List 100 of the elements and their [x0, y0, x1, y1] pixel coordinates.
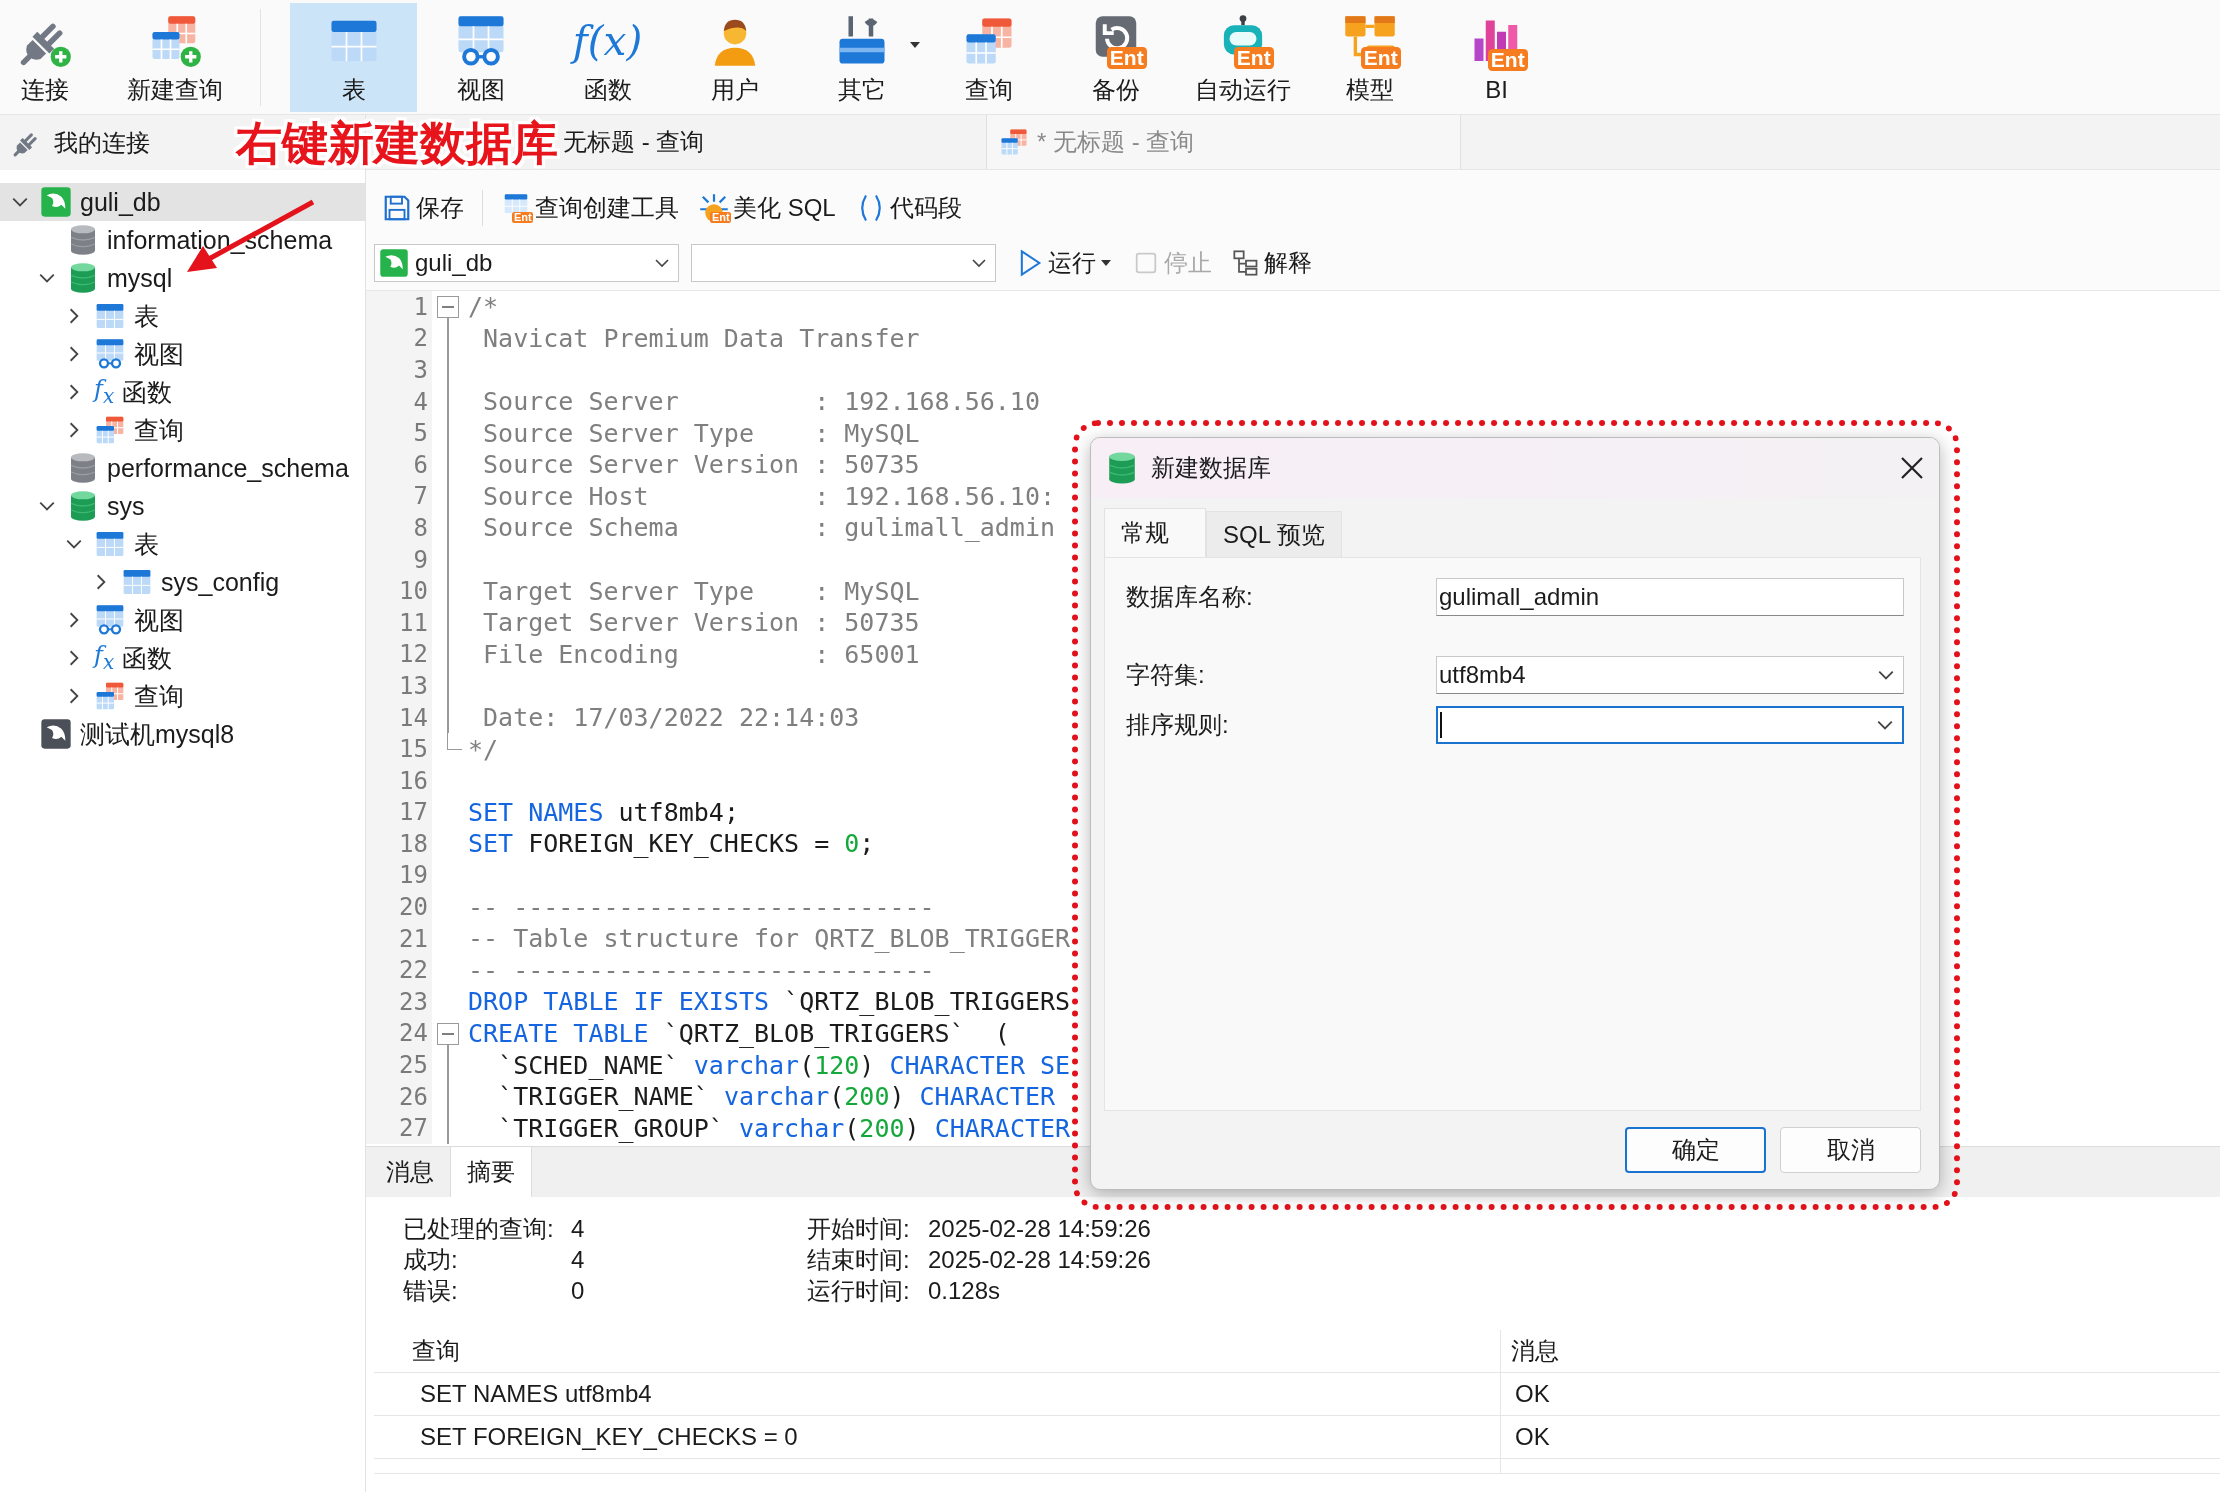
tree-item[interactable]: 查询 [0, 677, 365, 715]
database-select[interactable]: guli_db [374, 243, 679, 282]
line-number: 2 [366, 322, 432, 355]
line-number: 10 [366, 575, 432, 607]
code-line: Date: 17/03/2022 22:14:03 [482, 703, 860, 732]
function-icon: f(x) [572, 13, 643, 68]
table-cell: OK [1500, 1415, 2220, 1459]
line-number: 14 [366, 701, 432, 734]
tree-item[interactable]: sys [0, 487, 365, 525]
toolbar-button[interactable]: Ent 备份 [1052, 3, 1179, 112]
summary-value: 2025-02-28 14:59:26 [928, 1214, 1152, 1243]
tree-item[interactable]: 视图 [0, 335, 365, 373]
toolbar-button[interactable]: 查询 [925, 3, 1052, 112]
code-line: SET NAMES utf8mb4; [467, 797, 739, 827]
summary-value: 0.128s [928, 1276, 1002, 1305]
line-number: 7 [366, 480, 432, 513]
line-number: 11 [366, 606, 432, 639]
dropdown-field[interactable] [1436, 706, 1904, 744]
tree-item[interactable]: performance_schema [0, 449, 365, 487]
annotation-text: 右键新建数据库 [236, 116, 558, 170]
connection-icon [40, 718, 72, 750]
tree-item[interactable]: 表 [0, 297, 365, 335]
code-line: DROP TABLE IF EXISTS `QRTZ_BLOB_TRIGGERS [467, 987, 1071, 1017]
code-line: /* [467, 292, 499, 322]
toolbar-button[interactable]: 保存 [374, 191, 472, 224]
summary-label: 开始时间: [807, 1213, 911, 1244]
panel-tab[interactable]: 消息 [370, 1147, 450, 1197]
code-line: `SCHED_NAME` varchar(120) CHARACTER SE [497, 1050, 1071, 1080]
tree-item[interactable]: 测试机mysql8 [0, 715, 365, 753]
line-number: 26 [366, 1080, 432, 1113]
close-button[interactable] [1899, 455, 1925, 481]
table-glasses-icon [94, 338, 126, 370]
toolbar-button[interactable]: 用户 [671, 3, 798, 112]
tree-item[interactable]: 查询 [0, 411, 365, 449]
summary-value: 4 [571, 1245, 586, 1274]
summary-label: 运行时间: [807, 1275, 911, 1306]
code-line: Target Server Type : MySQL [482, 576, 920, 606]
dialog-tab[interactable]: SQL 预览 [1206, 511, 1342, 557]
tree-item[interactable]: mysql [0, 259, 365, 297]
dialog-tab[interactable]: 常规 [1104, 508, 1206, 557]
tree-item[interactable]: 视图 [0, 601, 365, 639]
tree-item[interactable]: sys_config [0, 563, 365, 601]
code-line: File Encoding : 65001 [482, 639, 920, 669]
caret-icon [1100, 258, 1112, 267]
query-icon [999, 127, 1029, 157]
tree-item[interactable]: f$_{x}$ 函数 [0, 373, 365, 411]
toolbar-button[interactable]: 解释 [1224, 246, 1320, 279]
table-glasses-icon [94, 604, 126, 636]
tree-item[interactable]: 表 [0, 525, 365, 563]
summary-label: 已处理的查询: [403, 1213, 555, 1244]
toolbar-button[interactable]: 其它 [798, 3, 925, 112]
function-icon: f$_{x}$ [94, 372, 115, 412]
dialog-button[interactable]: 取消 [1780, 1127, 1921, 1173]
column-header: 查询 [374, 1330, 1501, 1373]
code-line: Source Server : 192.168.56.10 [482, 387, 1040, 417]
code-line: `TRIGGER_GROUP` varchar(200) CHARACTER [497, 1113, 1071, 1143]
field-label: 数据库名称: [1126, 582, 1254, 612]
toolbar-button[interactable]: Ent 自动运行 [1179, 3, 1306, 112]
toolbar-button[interactable]: 表 [290, 3, 417, 112]
text-field[interactable]: gulimall_admin [1436, 578, 1904, 616]
toolbar-button[interactable]: 运行 [1008, 246, 1120, 279]
panel-tab[interactable]: 摘要 [450, 1147, 532, 1197]
line-number: 4 [366, 385, 432, 418]
tree-item[interactable]: guli_db [0, 183, 365, 221]
dropdown-field[interactable]: utf8mb4 [1436, 656, 1904, 694]
line-number: 17 [366, 796, 432, 829]
toolbar-button[interactable]: Ent 模型 [1306, 3, 1433, 112]
line-number: 9 [366, 543, 432, 576]
caret-icon [909, 41, 921, 49]
line-number: 3 [366, 354, 432, 386]
line-number: 1 [366, 291, 432, 323]
code-line: -- ---------------------------- [467, 955, 935, 985]
code-line: SET FOREIGN_KEY_CHECKS = 0; [467, 829, 875, 859]
toolbar-button[interactable]: 代码段 [847, 191, 970, 224]
line-number: 5 [366, 417, 432, 449]
line-number: 16 [366, 764, 432, 797]
tree-item[interactable]: f$_{x}$ 函数 [0, 639, 365, 677]
query-icon [94, 414, 126, 446]
code-line: Source Server Type : MySQL [482, 418, 920, 448]
toolbar-button[interactable]: Ent BI [1433, 3, 1560, 112]
code-line: -- Table structure for QRTZ_BLOB_TRIGGER [467, 924, 1071, 954]
dialog-title: 新建数据库 [1151, 453, 1272, 483]
summary-label: 结束时间: [807, 1244, 911, 1275]
line-number: 18 [366, 828, 432, 860]
code-line: Target Server Version : 50735 [482, 608, 920, 638]
field-label: 字符集: [1126, 660, 1206, 690]
panel-title: 我的连接 [54, 127, 150, 158]
line-number: 13 [366, 670, 432, 702]
line-number: 22 [366, 954, 432, 987]
line-number: 24 [366, 1017, 432, 1050]
toolbar-button[interactable]: 新建查询 [90, 3, 260, 112]
function-icon: f$_{x}$ [94, 638, 115, 678]
connection-icon [379, 247, 409, 278]
table-cell: SET NAMES utf8mb4 [374, 1372, 1501, 1416]
dialog-button[interactable]: 确定 [1625, 1127, 1766, 1173]
toolbar-button[interactable]: f(x) 函数 [544, 3, 671, 112]
editor-tab[interactable]: 无标题 - 查询 [563, 115, 986, 169]
toolbar-button[interactable]: 视图 [417, 3, 544, 112]
toolbar-button[interactable]: 连接 [0, 3, 90, 112]
code-line: CREATE TABLE `QRTZ_BLOB_TRIGGERS` ( [467, 1018, 1010, 1048]
